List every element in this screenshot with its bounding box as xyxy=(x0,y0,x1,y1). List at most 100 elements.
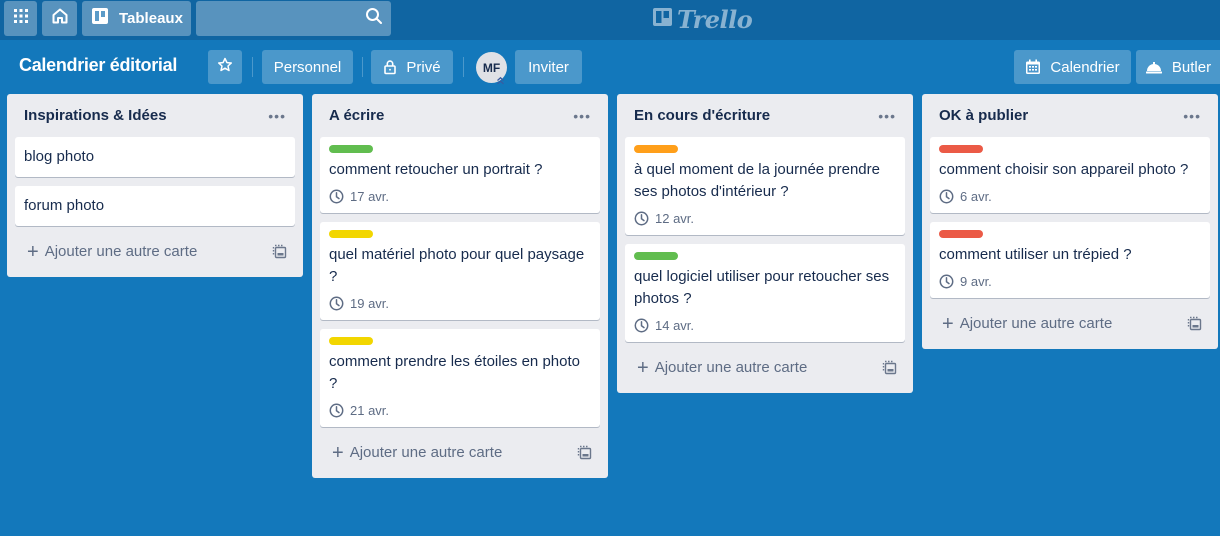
card-label-red[interactable] xyxy=(939,230,983,238)
due-date-text: 17 avr. xyxy=(350,188,390,204)
due-date-text: 9 avr. xyxy=(960,273,992,289)
due-date-badge: 14 avr. xyxy=(634,315,896,335)
list-header[interactable]: Inspirations & Idées ••• xyxy=(15,94,295,137)
butler-button[interactable]: Butler xyxy=(1136,50,1220,84)
card[interactable]: à quel moment de la journée prendre ses … xyxy=(625,137,905,235)
due-date-badge: 17 avr. xyxy=(329,186,591,206)
apps-button[interactable] xyxy=(4,1,37,36)
clock-icon xyxy=(634,211,649,226)
card[interactable]: comment prendre les étoiles en photo ? 21… xyxy=(320,329,600,427)
search-input[interactable] xyxy=(196,1,391,36)
member-initials: MF xyxy=(482,60,501,75)
card-template-icon[interactable] xyxy=(882,360,897,375)
card-label-green[interactable] xyxy=(634,252,678,260)
star-board-button[interactable] xyxy=(208,50,242,84)
calendar-icon xyxy=(1025,59,1041,75)
card-title: comment prendre les étoiles en photo ? xyxy=(329,353,580,392)
list-title[interactable]: En cours d'écriture xyxy=(634,107,770,124)
clock-icon xyxy=(329,296,344,311)
list-menu-icon[interactable]: ••• xyxy=(1177,104,1207,128)
plus-icon: + xyxy=(332,441,344,464)
list-header[interactable]: En cours d'écriture ••• xyxy=(625,94,905,137)
board-title[interactable]: Calendrier éditorial xyxy=(19,55,177,76)
home-icon xyxy=(51,7,69,30)
board-header: Calendrier éditorial Personnel Privé MF … xyxy=(0,40,1220,94)
list-2: En cours d'écriture ••• à quel moment de… xyxy=(617,94,913,393)
trello-logo[interactable]: Trello xyxy=(653,4,753,34)
due-date-badge: 6 avr. xyxy=(939,186,1201,206)
card-title: comment utiliser un trépied ? xyxy=(939,246,1132,263)
trello-logo-icon xyxy=(653,7,673,32)
card-label-orange[interactable] xyxy=(634,145,678,153)
calendar-button[interactable]: Calendrier xyxy=(1014,50,1131,84)
butler-label: Butler xyxy=(1171,58,1212,76)
list-footer: + Ajouter une autre carte xyxy=(930,306,1210,341)
card-label-yellow[interactable] xyxy=(329,230,373,238)
due-date-text: 19 avr. xyxy=(350,295,390,311)
plus-icon: + xyxy=(27,240,39,263)
list-menu-icon[interactable]: ••• xyxy=(567,104,597,128)
card-template-icon[interactable] xyxy=(1187,316,1202,331)
list-title[interactable]: OK à publier xyxy=(939,107,1028,124)
card[interactable]: comment choisir son appareil photo ? 6 av… xyxy=(930,137,1210,213)
search-icon[interactable] xyxy=(365,7,383,30)
add-card-button[interactable]: + Ajouter une autre carte xyxy=(637,358,807,378)
list-3: OK à publier ••• comment choisir son app… xyxy=(922,94,1218,349)
header-divider xyxy=(362,57,363,77)
invite-button[interactable]: Inviter xyxy=(515,50,582,84)
list-1: A écrire ••• comment retoucher un portra… xyxy=(312,94,608,478)
list-footer: + Ajouter une autre carte xyxy=(320,435,600,470)
add-card-button[interactable]: + Ajouter une autre carte xyxy=(332,443,502,463)
list-footer: + Ajouter une autre carte xyxy=(625,350,905,385)
list-title[interactable]: A écrire xyxy=(329,107,384,124)
card-title: quel logiciel utiliser pour retoucher se… xyxy=(634,268,890,307)
card-label-green[interactable] xyxy=(329,145,373,153)
card[interactable]: blog photo xyxy=(15,137,295,177)
due-date-badge: 19 avr. xyxy=(329,293,591,313)
visibility-label: Privé xyxy=(406,58,441,76)
header-divider xyxy=(463,57,464,77)
member-avatar[interactable]: MF xyxy=(476,52,507,85)
home-button[interactable] xyxy=(42,1,77,36)
clock-icon xyxy=(939,274,954,289)
due-date-text: 21 avr. xyxy=(350,402,390,418)
card-title: forum photo xyxy=(24,197,105,214)
card-template-icon[interactable] xyxy=(272,244,287,259)
card-label-yellow[interactable] xyxy=(329,337,373,345)
team-button[interactable]: Personnel xyxy=(262,50,353,84)
list-title[interactable]: Inspirations & Idées xyxy=(24,107,167,124)
trello-wordmark: Trello xyxy=(677,4,753,34)
boards-label: Tableaux xyxy=(119,10,183,27)
card[interactable]: comment utiliser un trépied ? 9 avr. xyxy=(930,222,1210,298)
card-label-red[interactable] xyxy=(939,145,983,153)
due-date-badge: 9 avr. xyxy=(939,271,1201,291)
card-title: blog photo xyxy=(24,148,95,165)
add-card-label: Ajouter une autre carte xyxy=(959,315,1113,332)
boards-button[interactable]: Tableaux xyxy=(82,1,191,36)
list-header[interactable]: OK à publier ••• xyxy=(930,94,1210,137)
card-container: comment choisir son appareil photo ? 6 av… xyxy=(930,137,1210,298)
card-template-icon[interactable] xyxy=(577,445,592,460)
card[interactable]: quel logiciel utiliser pour retoucher se… xyxy=(625,244,905,342)
add-card-button[interactable]: + Ajouter une autre carte xyxy=(27,242,197,262)
add-card-button[interactable]: + Ajouter une autre carte xyxy=(942,314,1112,334)
list-0: Inspirations & Idées ••• blog photo forum… xyxy=(7,94,303,277)
clock-icon xyxy=(634,318,649,333)
card[interactable]: comment retoucher un portrait ? 17 avr. xyxy=(320,137,600,213)
card-container: blog photo forum photo xyxy=(15,137,295,226)
list-menu-icon[interactable]: ••• xyxy=(872,104,902,128)
list-menu-icon[interactable]: ••• xyxy=(262,104,292,128)
card[interactable]: quel matériel photo pour quel paysage ? 1… xyxy=(320,222,600,320)
plus-icon: + xyxy=(637,356,649,379)
list-header[interactable]: A écrire ••• xyxy=(320,94,600,137)
admin-chevron-icon xyxy=(495,75,505,85)
visibility-button[interactable]: Privé xyxy=(371,50,453,84)
clock-icon xyxy=(329,189,344,204)
lock-icon xyxy=(383,59,397,75)
card-container: comment retoucher un portrait ? 17 avr. qu… xyxy=(320,137,600,427)
top-navigation-bar: Tableaux Trello xyxy=(0,0,1220,40)
plus-icon: + xyxy=(942,312,954,335)
card[interactable]: forum photo xyxy=(15,186,295,226)
apps-grid-icon xyxy=(13,9,28,28)
list-footer: + Ajouter une autre carte xyxy=(15,234,295,269)
